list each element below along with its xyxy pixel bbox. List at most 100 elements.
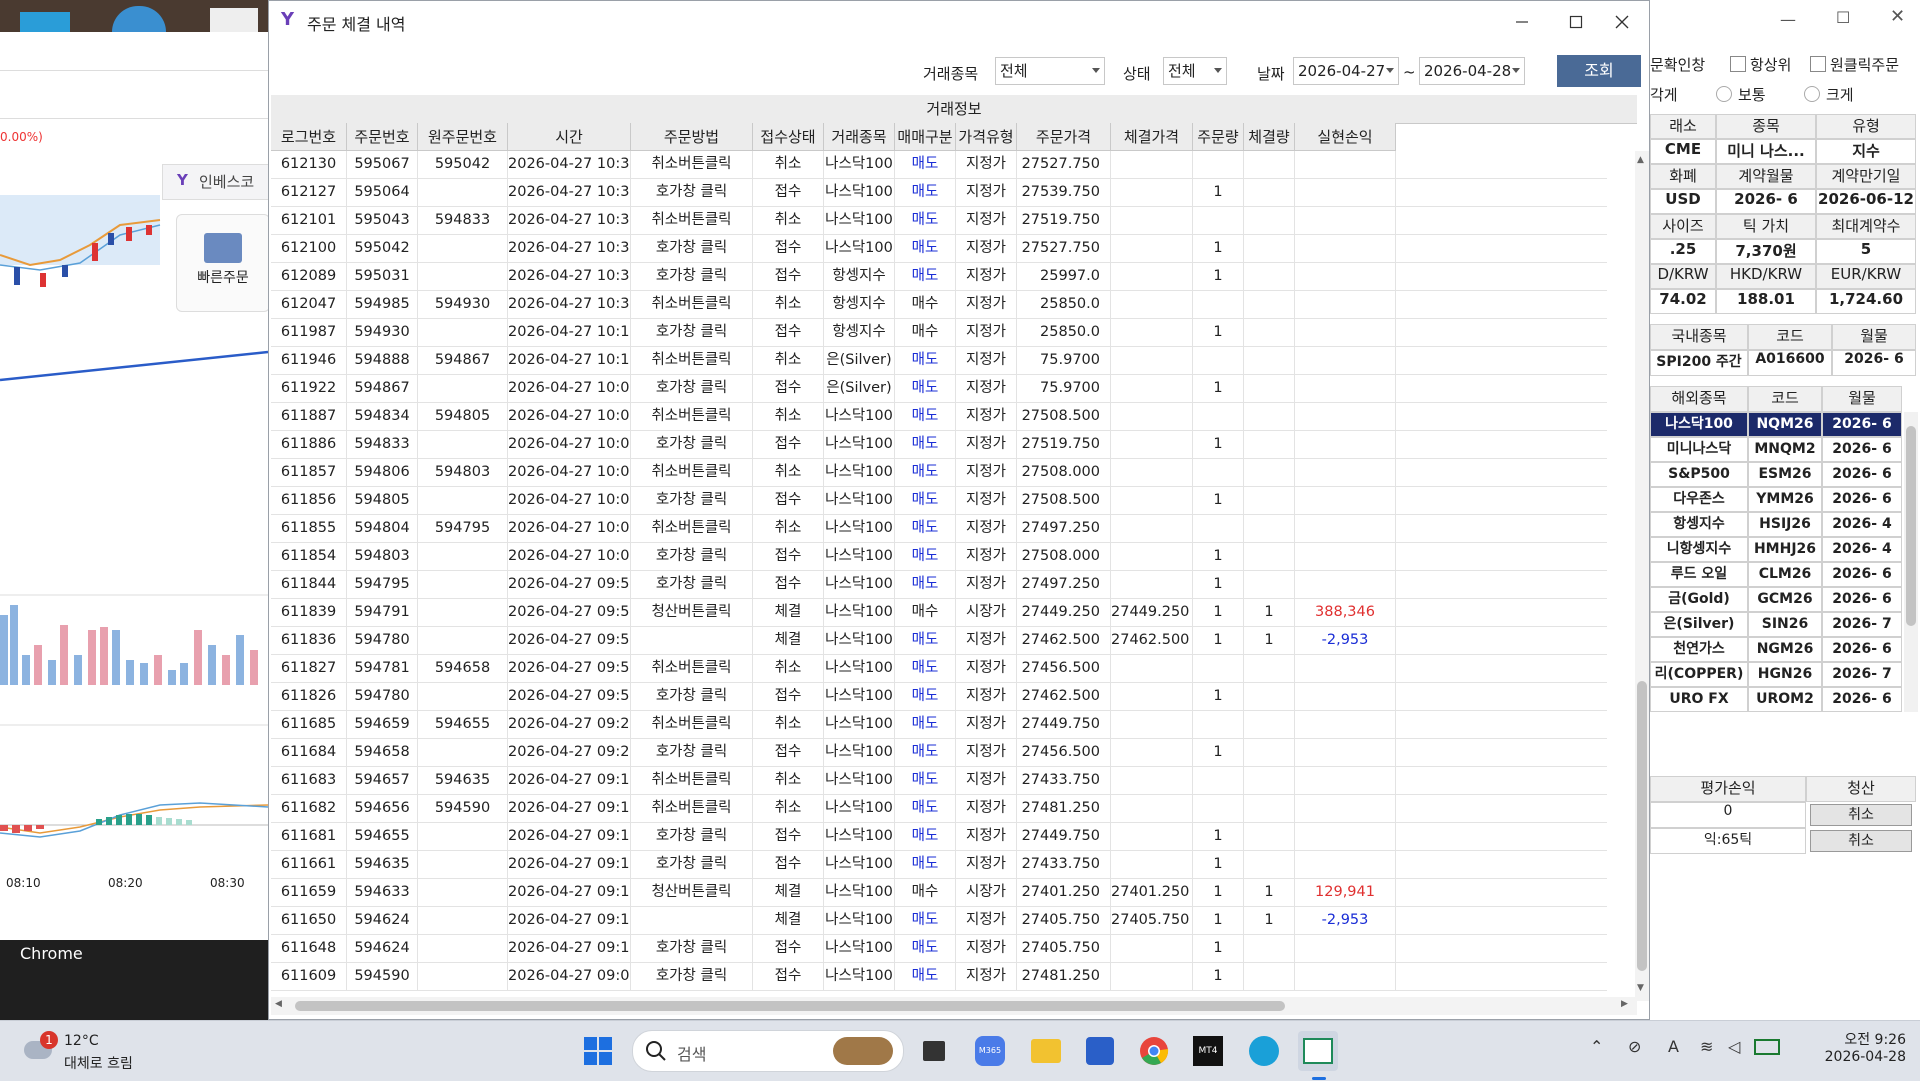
- foreign-cell[interactable]: 2026- 4: [1822, 537, 1902, 562]
- foreign-cell[interactable]: URO FX: [1650, 687, 1748, 712]
- table-row[interactable]: 612089595031 2026-04-27 10:33:30호가창 클릭접수항…: [271, 263, 1607, 291]
- foreign-cell[interactable]: 2026- 6: [1822, 462, 1902, 487]
- table-row[interactable]: 6120475949855949302026-04-27 10:30:15취소버…: [271, 291, 1607, 319]
- foreign-cell[interactable]: 루드 오일: [1650, 562, 1748, 587]
- scroll-right-icon[interactable]: ▶: [1621, 999, 1628, 1009]
- table-row[interactable]: 6116825946565945902026-04-27 09:19:52취소버…: [271, 795, 1607, 823]
- one-click-checkbox[interactable]: [1810, 56, 1826, 72]
- horizontal-scroll-thumb[interactable]: [295, 1001, 1285, 1011]
- table-row[interactable]: 611684594658 2026-04-27 09:20:23호가창 클릭접수나…: [271, 739, 1607, 767]
- column-header[interactable]: 실현손익: [1295, 123, 1396, 151]
- foreign-cell[interactable]: 2026- 6: [1822, 687, 1902, 712]
- chrome-button[interactable]: [1134, 1031, 1174, 1071]
- close-icon[interactable]: ✕: [1890, 6, 1905, 27]
- chevron-up-icon[interactable]: ⌃: [1590, 1037, 1603, 1056]
- foreign-cell[interactable]: 은(Silver): [1650, 612, 1748, 637]
- column-header[interactable]: 체결가격: [1111, 123, 1193, 151]
- table-row[interactable]: 611681594655 2026-04-27 09:19:51호가창 클릭접수나…: [271, 823, 1607, 851]
- symbol-filter-select[interactable]: 전체: [995, 57, 1105, 85]
- maximize-icon[interactable]: ☐: [1836, 8, 1850, 27]
- table-row[interactable]: 611659594633 2026-04-27 09:15:46청산버튼클릭체결나…: [271, 879, 1607, 907]
- column-header[interactable]: 원주문번호: [418, 123, 508, 151]
- foreign-cell[interactable]: YMM26: [1748, 487, 1822, 512]
- edge-button[interactable]: [1244, 1031, 1284, 1071]
- store-button[interactable]: [1080, 1031, 1120, 1071]
- table-row[interactable]: 611836594780 2026-04-27 09:58:19 체결나스닥100매…: [271, 627, 1607, 655]
- table-row[interactable]: 6118555948045947952026-04-27 10:00:41취소버…: [271, 515, 1607, 543]
- start-button[interactable]: [578, 1031, 618, 1071]
- table-row[interactable]: 611661594635 2026-04-27 09:16:11호가창 클릭접수나…: [271, 851, 1607, 879]
- foreign-cell[interactable]: 2026- 7: [1822, 612, 1902, 637]
- foreign-cell[interactable]: UROM2: [1748, 687, 1822, 712]
- foreign-cell[interactable]: S&P500: [1650, 462, 1748, 487]
- column-header[interactable]: 주문가격: [1017, 123, 1111, 151]
- table-row[interactable]: 611922594867 2026-04-27 10:08:20호가창 클릭접수은…: [271, 375, 1607, 403]
- scroll-left-icon[interactable]: ◀: [275, 999, 282, 1009]
- foreign-cell[interactable]: 2026- 6: [1822, 637, 1902, 662]
- table-row[interactable]: 6116835946575946352026-04-27 09:19:55취소버…: [271, 767, 1607, 795]
- foreign-cell[interactable]: 2026- 7: [1822, 662, 1902, 687]
- table-row[interactable]: 611648594624 2026-04-27 09:12:55호가창 클릭접수나…: [271, 935, 1607, 963]
- table-row[interactable]: 612127595064 2026-04-27 10:39:14호가창 클릭접수나…: [271, 179, 1607, 207]
- invesco-tab[interactable]: Y 인베스코: [162, 164, 270, 200]
- foreign-cell[interactable]: GCM26: [1748, 587, 1822, 612]
- column-header[interactable]: 주문량: [1193, 123, 1244, 151]
- foreign-cell[interactable]: NGM26: [1748, 637, 1822, 662]
- column-header[interactable]: 로그번호: [271, 123, 347, 151]
- table-row[interactable]: 611854594803 2026-04-27 10:00:39호가창 클릭접수나…: [271, 543, 1607, 571]
- table-row[interactable]: 611609594590 2026-04-27 09:05:04호가창 클릭접수나…: [271, 963, 1607, 991]
- foreign-cell[interactable]: CLM26: [1748, 562, 1822, 587]
- table-row[interactable]: 6116855946595946552026-04-27 09:20:25취소버…: [271, 711, 1607, 739]
- clock[interactable]: 오전 9:26 2026-04-28: [1806, 1029, 1906, 1073]
- foreign-cell[interactable]: 리(COPPER): [1650, 662, 1748, 687]
- mt4-button[interactable]: MT4: [1188, 1031, 1228, 1071]
- file-explorer-button[interactable]: [1026, 1031, 1066, 1071]
- foreign-cell[interactable]: 2026- 6: [1822, 437, 1902, 462]
- scroll-up-icon[interactable]: ▲: [1637, 155, 1644, 165]
- foreign-cell[interactable]: 미니나스닥: [1650, 437, 1748, 462]
- horizontal-scrollbar[interactable]: ◀ ▶: [271, 997, 1637, 1015]
- table-row[interactable]: 611856594805 2026-04-27 10:00:55호가창 클릭접수나…: [271, 487, 1607, 515]
- quick-order-button[interactable]: 빠른주문: [176, 214, 270, 312]
- foreign-cell[interactable]: 2026- 6: [1822, 412, 1902, 437]
- minimize-icon[interactable]: —: [1780, 10, 1796, 29]
- foreign-cell[interactable]: ESM26: [1748, 462, 1822, 487]
- normal-radio[interactable]: [1716, 86, 1732, 102]
- foreign-cell[interactable]: 항셍지수: [1650, 512, 1748, 537]
- table-row[interactable]: 611650594624 2026-04-27 09:13:05 체결나스닥100매…: [271, 907, 1607, 935]
- vertical-scroll-thumb[interactable]: [1637, 681, 1647, 971]
- foreign-cell[interactable]: 천연가스: [1650, 637, 1748, 662]
- column-header[interactable]: 주문방법: [631, 123, 753, 151]
- column-header[interactable]: 체결량: [1244, 123, 1295, 151]
- battery-icon[interactable]: [1754, 1039, 1780, 1055]
- domestic-cell[interactable]: A016600: [1748, 350, 1832, 376]
- domestic-cell[interactable]: 2026- 6: [1832, 350, 1916, 376]
- foreign-cell[interactable]: HMHJ26: [1748, 537, 1822, 562]
- date-to-picker[interactable]: 2026-04-28: [1419, 57, 1525, 85]
- table-row[interactable]: 611826594780 2026-04-27 09:57:14호가창 클릭접수나…: [271, 683, 1607, 711]
- date-from-picker[interactable]: 2026-04-27: [1293, 57, 1399, 85]
- foreign-cell[interactable]: 2026- 6: [1822, 587, 1902, 612]
- taskview-button[interactable]: [914, 1031, 954, 1071]
- trading-app-button[interactable]: [1298, 1031, 1338, 1071]
- foreign-cell[interactable]: 니항셍지수: [1650, 537, 1748, 562]
- always-on-top-checkbox[interactable]: [1730, 56, 1746, 72]
- foreign-cell[interactable]: 금(Gold): [1650, 587, 1748, 612]
- sync-off-icon[interactable]: ⊘: [1628, 1037, 1641, 1056]
- table-row[interactable]: 6121015950435948332026-04-27 10:34:56취소버…: [271, 207, 1607, 235]
- table-row[interactable]: 611844594795 2026-04-27 09:59:05호가창 클릭접수나…: [271, 571, 1607, 599]
- column-header[interactable]: 시간: [508, 123, 631, 151]
- weather-widget[interactable]: 1 12°C 대체로 흐림: [20, 1031, 180, 1075]
- large-radio[interactable]: [1804, 86, 1820, 102]
- taskbar-search[interactable]: 검색: [632, 1030, 904, 1072]
- table-row[interactable]: 6121305950675950422026-04-27 10:39:16취소버…: [271, 151, 1607, 179]
- foreign-cell[interactable]: NQM26: [1748, 412, 1822, 437]
- foreign-cell[interactable]: 나스닥100: [1650, 412, 1748, 437]
- table-row[interactable]: 6118575948065948032026-04-27 10:00:58취소버…: [271, 459, 1607, 487]
- table-row[interactable]: 6118275947815946582026-04-27 09:57:16취소버…: [271, 655, 1607, 683]
- table-row[interactable]: 611886594833 2026-04-27 10:04:58호가창 클릭접수나…: [271, 431, 1607, 459]
- foreign-cell[interactable]: 2026- 6: [1822, 487, 1902, 512]
- foreign-cell[interactable]: HGN26: [1748, 662, 1822, 687]
- status-filter-select[interactable]: 전체: [1163, 57, 1227, 85]
- foreign-cell[interactable]: 2026- 6: [1822, 562, 1902, 587]
